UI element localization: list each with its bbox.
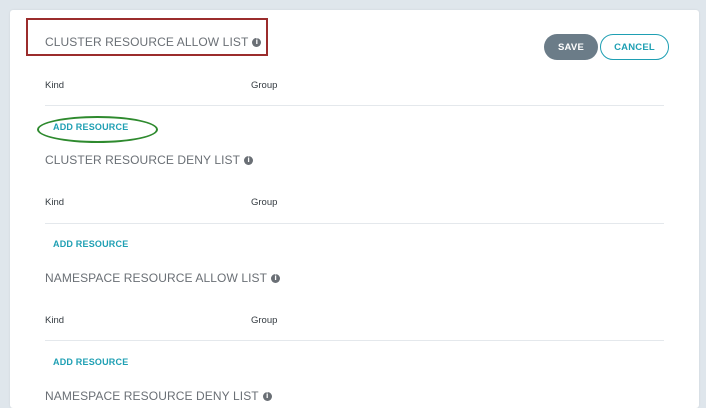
info-icon[interactable]: i <box>262 391 272 401</box>
section-title-label: NAMESPACE RESOURCE ALLOW LIST <box>45 271 268 285</box>
section-title-label: NAMESPACE RESOURCE DENY LIST <box>45 389 259 403</box>
divider <box>45 223 664 224</box>
section-title-cluster-allow: CLUSTER RESOURCE ALLOW LIST i <box>45 35 262 49</box>
info-icon[interactable]: i <box>252 37 262 47</box>
cancel-button[interactable]: CANCEL <box>600 34 669 60</box>
save-button[interactable]: SAVE <box>544 34 598 60</box>
divider <box>45 105 664 106</box>
column-header-group: Group <box>251 315 278 326</box>
divider <box>45 340 664 341</box>
info-icon[interactable]: i <box>244 155 254 165</box>
add-resource-button-cluster-deny[interactable]: ADD RESOURCE <box>53 239 128 249</box>
add-resource-button-namespace-allow[interactable]: ADD RESOURCE <box>53 357 128 367</box>
section-title-namespace-deny: NAMESPACE RESOURCE DENY LIST i <box>45 389 272 403</box>
column-header-group: Group <box>251 197 278 208</box>
info-icon[interactable]: i <box>271 273 281 283</box>
section-title-label: CLUSTER RESOURCE ALLOW LIST <box>45 35 249 49</box>
add-resource-button-cluster-allow[interactable]: ADD RESOURCE <box>53 122 128 132</box>
column-header-kind: Kind <box>45 197 65 208</box>
section-title-label: CLUSTER RESOURCE DENY LIST <box>45 153 241 167</box>
column-header-kind: Kind <box>45 80 65 91</box>
column-header-group: Group <box>251 80 278 91</box>
section-title-cluster-deny: CLUSTER RESOURCE DENY LIST i <box>45 153 254 167</box>
column-header-kind: Kind <box>45 315 65 326</box>
section-title-namespace-allow: NAMESPACE RESOURCE ALLOW LIST i <box>45 271 281 285</box>
resource-lists-panel: SAVE CANCEL CLUSTER RESOURCE ALLOW LIST … <box>10 10 699 408</box>
